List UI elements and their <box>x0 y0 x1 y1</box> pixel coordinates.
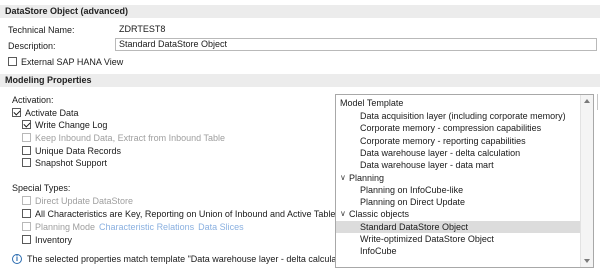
checkbox-box[interactable] <box>22 120 31 129</box>
planning-mode-label: Planning Mode <box>35 221 96 232</box>
checkbox-box <box>22 222 31 231</box>
tree-item-label: Planning on InfoCube-like <box>360 184 464 195</box>
checkbox-box <box>22 133 31 142</box>
modeling-section-title: Modeling Properties <box>5 75 92 85</box>
tree-item[interactable]: Planning on InfoCube-like <box>336 184 581 196</box>
chevron-down-icon[interactable]: ∨ <box>340 208 346 220</box>
planning-mode-checkbox: Planning Mode Characteristic Relations D… <box>22 221 244 232</box>
inventory-label: Inventory <box>35 234 73 245</box>
data-slices-link[interactable]: Data Slices <box>198 222 244 232</box>
description-label: Description: <box>8 41 56 51</box>
tree-item[interactable]: Corporate memory - compression capabilit… <box>336 122 581 134</box>
activate-data-label: Activate Data <box>25 107 79 118</box>
inventory-checkbox[interactable]: Inventory <box>22 234 72 245</box>
unique-data-records-label: Unique Data Records <box>35 145 122 156</box>
characteristic-relations-link[interactable]: Characteristic Relations <box>99 222 194 232</box>
tree-group[interactable]: ∨ Classic objects <box>336 208 581 220</box>
checkbox-box[interactable] <box>22 235 31 244</box>
external-hana-view-checkbox[interactable]: External SAP HANA View <box>8 56 123 67</box>
all-characteristics-key-checkbox[interactable]: All Characteristics are Key, Reporting o… <box>22 208 335 219</box>
tree-item[interactable]: Standard DataStore Object <box>336 220 581 233</box>
datastore-section-header: DataStore Object (advanced) <box>0 5 600 18</box>
tree-item-label: Data acquisition layer (including corpor… <box>360 111 566 121</box>
tree-item-label: Write-optimized DataStore Object <box>360 234 494 244</box>
template-match-message: The selected properties match template "… <box>27 254 357 264</box>
keep-inbound-data-checkbox: Keep Inbound Data, Extract from Inbound … <box>22 132 225 143</box>
checkbox-box[interactable] <box>8 57 17 66</box>
activate-data-checkbox[interactable]: Activate Data <box>12 107 79 118</box>
tree-item-label: Data warehouse layer - data mart <box>360 160 494 171</box>
model-template-header: Model Template <box>340 98 404 108</box>
tree-item-label: Planning on Direct Update <box>360 197 466 208</box>
write-change-log-label: Write Change Log <box>35 119 108 130</box>
description-text: Standard DataStore Object <box>119 39 228 49</box>
info-icon: i <box>12 254 22 264</box>
checkbox-box <box>22 196 31 205</box>
tree-vertical-scrollbar[interactable] <box>580 95 593 267</box>
technical-name-value: ZDRTEST8 <box>115 23 246 36</box>
snapshot-support-label: Snapshot Support <box>35 157 108 168</box>
unique-data-records-checkbox[interactable]: Unique Data Records <box>22 145 121 156</box>
chevron-down-icon[interactable]: ∨ <box>340 172 346 184</box>
tree-item[interactable]: Corporate memory - reporting capabilitie… <box>336 135 581 147</box>
technical-name-label: Technical Name: <box>8 25 75 35</box>
tree-item-label: Classic objects <box>349 209 410 220</box>
tree-item[interactable]: Data warehouse layer - data mart <box>336 159 581 171</box>
snapshot-support-checkbox[interactable]: Snapshot Support <box>22 157 107 168</box>
checkbox-box[interactable] <box>12 108 21 117</box>
external-hana-view-label: External SAP HANA View <box>21 56 124 67</box>
direct-update-checkbox: Direct Update DataStore <box>22 195 133 206</box>
tree-item-label: Planning <box>349 172 385 183</box>
scroll-up-arrow-icon[interactable] <box>584 99 590 103</box>
checkbox-box[interactable] <box>22 209 31 218</box>
direct-update-label: Direct Update DataStore <box>35 195 134 206</box>
scroll-down-arrow-icon[interactable] <box>584 259 590 263</box>
activation-label: Activation: <box>12 95 54 105</box>
tree-group[interactable]: ∨ Planning <box>336 172 581 184</box>
tree-item[interactable]: Data acquisition layer (including corpor… <box>336 110 581 122</box>
description-field[interactable]: Standard DataStore Object <box>115 38 597 51</box>
tree-item[interactable]: InfoCube <box>336 245 581 257</box>
model-template-tree[interactable]: Model Template Data acquisition layer (i… <box>335 94 594 268</box>
special-types-label: Special Types: <box>12 183 71 193</box>
tree-item[interactable]: Write-optimized DataStore Object <box>336 233 581 245</box>
write-change-log-checkbox[interactable]: Write Change Log <box>22 119 107 130</box>
all-characteristics-key-label: All Characteristics are Key, Reporting o… <box>35 208 336 219</box>
tree-item-label: Data warehouse layer - delta calculation <box>360 147 521 158</box>
checkbox-box[interactable] <box>22 146 31 155</box>
tree-item-label: Corporate memory - reporting capabilitie… <box>360 135 526 146</box>
datastore-section-title: DataStore Object (advanced) <box>5 6 129 16</box>
tree-item[interactable]: Planning on Direct Update <box>336 196 581 208</box>
checkbox-box[interactable] <box>22 158 31 167</box>
tree-item-label: Standard DataStore Object <box>360 221 469 232</box>
tree-item-label: InfoCube <box>360 246 397 257</box>
modeling-section-header: Modeling Properties <box>0 74 600 87</box>
keep-inbound-data-label: Keep Inbound Data, Extract from Inbound … <box>35 132 225 143</box>
tree-item[interactable]: Data warehouse layer - delta calculation <box>336 147 581 159</box>
tree-item-label: Corporate memory - compression capabilit… <box>360 123 542 134</box>
technical-name-text: ZDRTEST8 <box>119 24 166 34</box>
